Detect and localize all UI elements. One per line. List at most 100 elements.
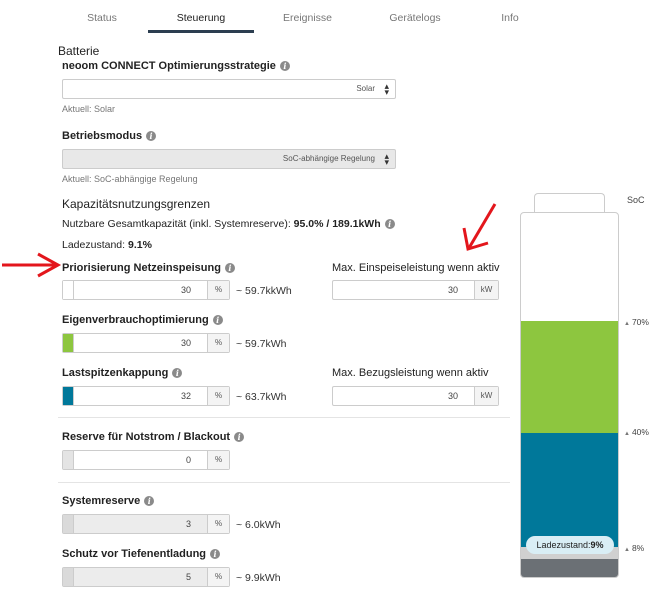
system-reserve-approx: ~ 6.0kWh <box>236 519 281 531</box>
charge-badge-label: Ladezustand: <box>536 540 591 550</box>
usable-capacity-value: 95.0% / 189.1kWh <box>293 218 381 230</box>
charge-state-badge: Ladezustand:9% <box>526 536 614 554</box>
mode-label-row: Betriebsmodus i <box>62 130 157 142</box>
self-consumption-label-row: Eigenverbrauchoptimierung i <box>62 314 223 326</box>
info-icon[interactable]: i <box>146 131 157 142</box>
system-reserve-label: Systemreserve <box>62 495 141 507</box>
peak-shaving-label-row: Lastspitzenkappung i <box>62 367 183 379</box>
capacity-title: Kapazitätsnutzungsgrenzen <box>62 197 211 211</box>
max-draw-value: 30 <box>447 391 458 401</box>
battery-segment-deep-discharge <box>521 559 618 577</box>
feed-in-color-swatch <box>63 281 74 299</box>
info-icon[interactable]: i <box>144 496 155 507</box>
max-feed-input[interactable]: 30 kW <box>332 280 499 300</box>
max-draw-input[interactable]: 30 kW <box>332 386 499 406</box>
battery-segment-peak-shaving <box>521 433 618 547</box>
soc-tick-70: ▲ 70% <box>624 317 649 327</box>
annotation-arrow-left <box>2 252 62 278</box>
reserve-color-swatch <box>63 451 74 469</box>
soc-tick-40-label: 40% <box>631 427 649 437</box>
charge-badge-value: 9% <box>590 540 604 550</box>
tick-triangle-icon: ▲ <box>624 431 630 437</box>
charge-state-value: 9.1% <box>127 239 152 251</box>
system-reserve-unit: % <box>207 515 229 533</box>
peak-shaving-color-swatch <box>63 387 74 405</box>
sort-caret-icon: ▴ ▾ <box>384 81 389 97</box>
strategy-label-row: neoom CONNECT Optimierungsstrategie i <box>62 60 290 72</box>
usable-capacity-label: Nutzbare Gesamtkapazität (inkl. Systemre… <box>62 218 291 230</box>
info-icon[interactable]: i <box>234 432 245 443</box>
system-reserve-value: 3 <box>185 519 191 529</box>
active-tab-indicator <box>148 30 254 33</box>
reserve-value: 0 <box>185 455 191 465</box>
deep-discharge-value: 5 <box>185 572 191 582</box>
self-consumption-unit: % <box>207 334 229 352</box>
info-icon[interactable]: i <box>210 549 221 560</box>
max-feed-unit: kW <box>474 281 498 299</box>
mode-current: Aktuell: SoC-abhängige Regelung <box>62 174 198 184</box>
self-consumption-label: Eigenverbrauchoptimierung <box>62 314 209 326</box>
system-reserve-color-swatch <box>63 515 74 533</box>
deep-discharge-label-row: Schutz vor Tiefenentladung i <box>62 548 221 560</box>
feed-in-value: 30 <box>180 285 191 295</box>
reserve-unit: % <box>207 451 229 469</box>
tick-triangle-icon: ▲ <box>624 547 630 553</box>
tick-triangle-icon: ▲ <box>624 321 630 327</box>
feed-in-input[interactable]: 30 % <box>62 280 230 300</box>
tab-status[interactable]: Status <box>72 12 132 24</box>
deep-discharge-input[interactable]: 5 % <box>62 567 230 587</box>
section-title: Batterie <box>58 44 100 58</box>
tab-bar: Status Steuerung Ereignisse Gerätelogs I… <box>0 0 560 33</box>
feed-in-label-row: Priorisierung Netzeinspeisung i <box>62 262 235 274</box>
peak-shaving-label: Lastspitzenkappung <box>62 367 169 379</box>
self-consumption-input[interactable]: 30 % <box>62 333 230 353</box>
deep-discharge-unit: % <box>207 568 229 586</box>
max-draw-unit: kW <box>474 387 498 405</box>
usable-capacity-row: Nutzbare Gesamtkapazität (inkl. Systemre… <box>62 218 395 230</box>
peak-shaving-input[interactable]: 32 % <box>62 386 230 406</box>
self-consumption-value: 30 <box>180 338 191 348</box>
info-icon[interactable]: i <box>212 315 223 326</box>
deep-discharge-label: Schutz vor Tiefenentladung <box>62 548 207 560</box>
info-icon[interactable]: i <box>172 368 183 379</box>
soc-label: SoC <box>627 195 645 205</box>
soc-tick-40: ▲ 40% <box>624 427 649 437</box>
tab-steuerung[interactable]: Steuerung <box>160 12 242 24</box>
feed-in-approx: ~ 59.7kkWh <box>236 285 292 297</box>
deep-discharge-approx: ~ 9.9kWh <box>236 572 281 584</box>
strategy-select-value: Solar <box>356 84 375 93</box>
self-consumption-approx: ~ 59.7kWh <box>236 338 287 350</box>
tab-info[interactable]: Info <box>490 12 530 24</box>
divider <box>58 417 510 418</box>
system-reserve-input[interactable]: 3 % <box>62 514 230 534</box>
peak-shaving-value: 32 <box>180 391 191 401</box>
max-draw-label: Max. Bezugsleistung wenn aktiv <box>332 367 489 379</box>
annotation-arrow-right <box>462 203 497 251</box>
info-icon[interactable]: i <box>279 61 290 72</box>
strategy-select[interactable]: Solar ▴ ▾ <box>62 79 396 99</box>
soc-tick-8: ▲ 8% <box>624 543 644 553</box>
max-feed-label: Max. Einspeiseleistung wenn aktiv <box>332 262 500 274</box>
info-icon[interactable]: i <box>224 263 235 274</box>
system-reserve-label-row: Systemreserve i <box>62 495 155 507</box>
tab-ereignisse[interactable]: Ereignisse <box>270 12 345 24</box>
battery-segment-self-consumption <box>521 321 618 433</box>
charge-state-label: Ladezustand: <box>62 239 126 251</box>
strategy-current: Aktuell: Solar <box>62 104 116 114</box>
max-feed-value: 30 <box>447 285 458 295</box>
info-icon[interactable]: i <box>384 219 395 230</box>
feed-in-unit: % <box>207 281 229 299</box>
tab-geraetelogs[interactable]: Gerätelogs <box>380 12 450 24</box>
reserve-label-row: Reserve für Notstrom / Blackout i <box>62 431 245 443</box>
peak-shaving-approx: ~ 63.7kWh <box>236 391 287 403</box>
self-consumption-color-swatch <box>63 334 74 352</box>
mode-select[interactable]: SoC-abhängige Regelung ▴ ▾ <box>62 149 396 169</box>
mode-label: Betriebsmodus <box>62 130 143 142</box>
mode-select-value: SoC-abhängige Regelung <box>282 154 375 163</box>
deep-discharge-color-swatch <box>63 568 74 586</box>
soc-tick-70-label: 70% <box>631 317 649 327</box>
feed-in-label: Priorisierung Netzeinspeisung <box>62 262 221 274</box>
peak-shaving-unit: % <box>207 387 229 405</box>
soc-tick-8-label: 8% <box>631 543 645 553</box>
reserve-input[interactable]: 0 % <box>62 450 230 470</box>
